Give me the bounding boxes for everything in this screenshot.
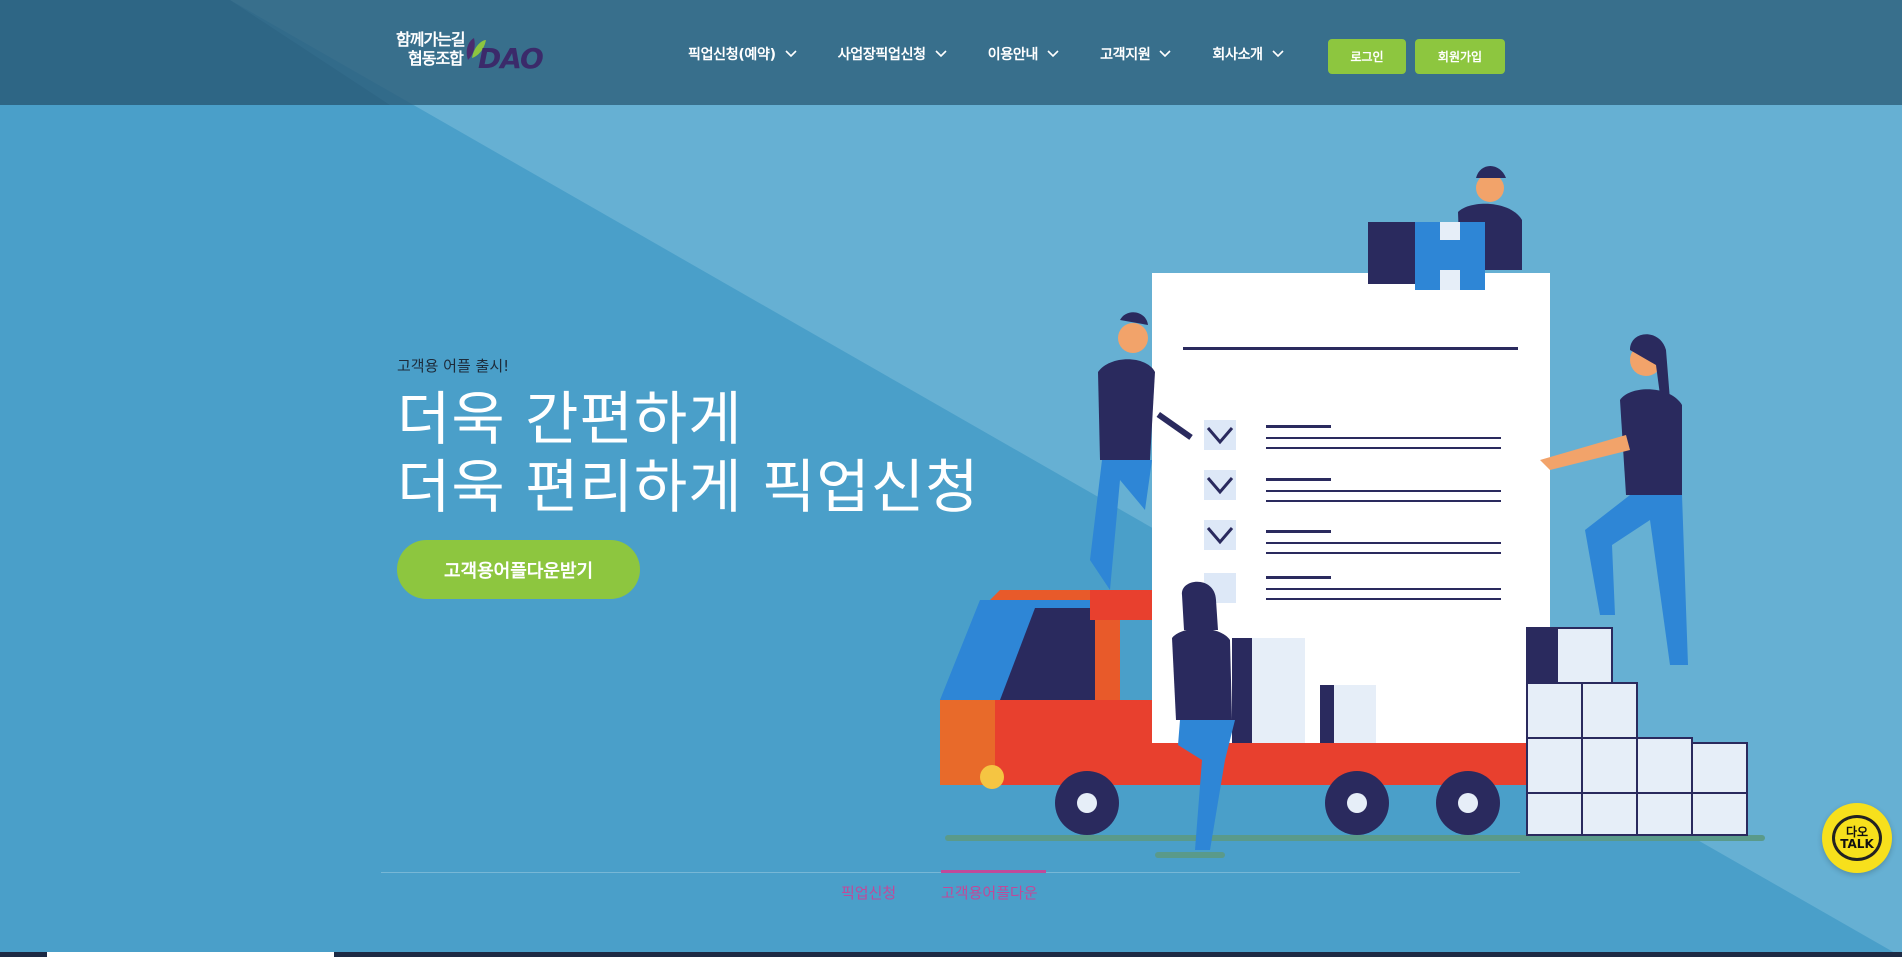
chevron-down-icon	[1159, 50, 1171, 58]
signup-button[interactable]: 회원가입	[1415, 39, 1505, 74]
nav-item-pickup-reservation[interactable]: 픽업신청(예약)	[688, 44, 797, 64]
app-download-button[interactable]: 고객용어플다운받기	[397, 540, 640, 599]
nav-item-label: 사업장픽업신청	[837, 47, 926, 63]
nav-item-label: 픽업신청(예약)	[688, 47, 776, 63]
chevron-down-icon	[1047, 50, 1059, 58]
chat-talk-button[interactable]: 다오 TALK	[1822, 803, 1892, 873]
logo-text-line2: 협동조합	[408, 49, 464, 68]
chevron-down-icon	[1272, 50, 1284, 58]
nav-item-guide[interactable]: 이용안내	[988, 44, 1059, 64]
nav-item-business-pickup[interactable]: 사업장픽업신청	[838, 44, 947, 64]
chevron-down-icon	[935, 50, 947, 58]
tab-pickup-request[interactable]: 픽업신청	[841, 882, 896, 903]
hero-subtitle: 고객용 어플 출시!	[397, 357, 510, 375]
nav-item-support[interactable]: 고객지원	[1100, 44, 1171, 64]
hero-title: 더욱 간편하게 더욱 편리하게 픽업신청	[397, 385, 979, 521]
talk-line2: TALK	[1840, 837, 1874, 851]
tab-app-download[interactable]: 고객용어플다운	[941, 882, 1038, 903]
site-header: 함께가는길 협동조합 DAO 픽업신청(예약) 사업장픽업신청 이용안내 고객지…	[0, 0, 1902, 105]
login-button[interactable]: 로그인	[1328, 39, 1406, 74]
nav-item-label: 이용안내	[987, 47, 1039, 63]
site-logo[interactable]: 함께가는길 협동조합 DAO	[396, 30, 544, 76]
delivery-illustration	[940, 166, 1765, 858]
nav-item-label: 회사소개	[1212, 47, 1263, 63]
hero-title-line1: 더욱 간편하게	[397, 385, 743, 453]
nav-item-label: 고객지원	[1100, 47, 1151, 63]
active-tab-indicator	[941, 870, 1046, 873]
main-nav: 픽업신청(예약) 사업장픽업신청 이용안내 고객지원 회사소개	[688, 44, 1284, 64]
chat-bubble-icon: 다오 TALK	[1832, 815, 1882, 861]
chevron-down-icon	[785, 50, 797, 58]
slider-progress-fill	[47, 952, 334, 957]
nav-item-about[interactable]: 회사소개	[1212, 44, 1284, 64]
hero-title-line2: 더욱 편리하게 픽업신청	[397, 453, 980, 521]
logo-text-line1: 함께가는길	[396, 30, 466, 49]
logo-brand: DAO	[478, 42, 544, 75]
